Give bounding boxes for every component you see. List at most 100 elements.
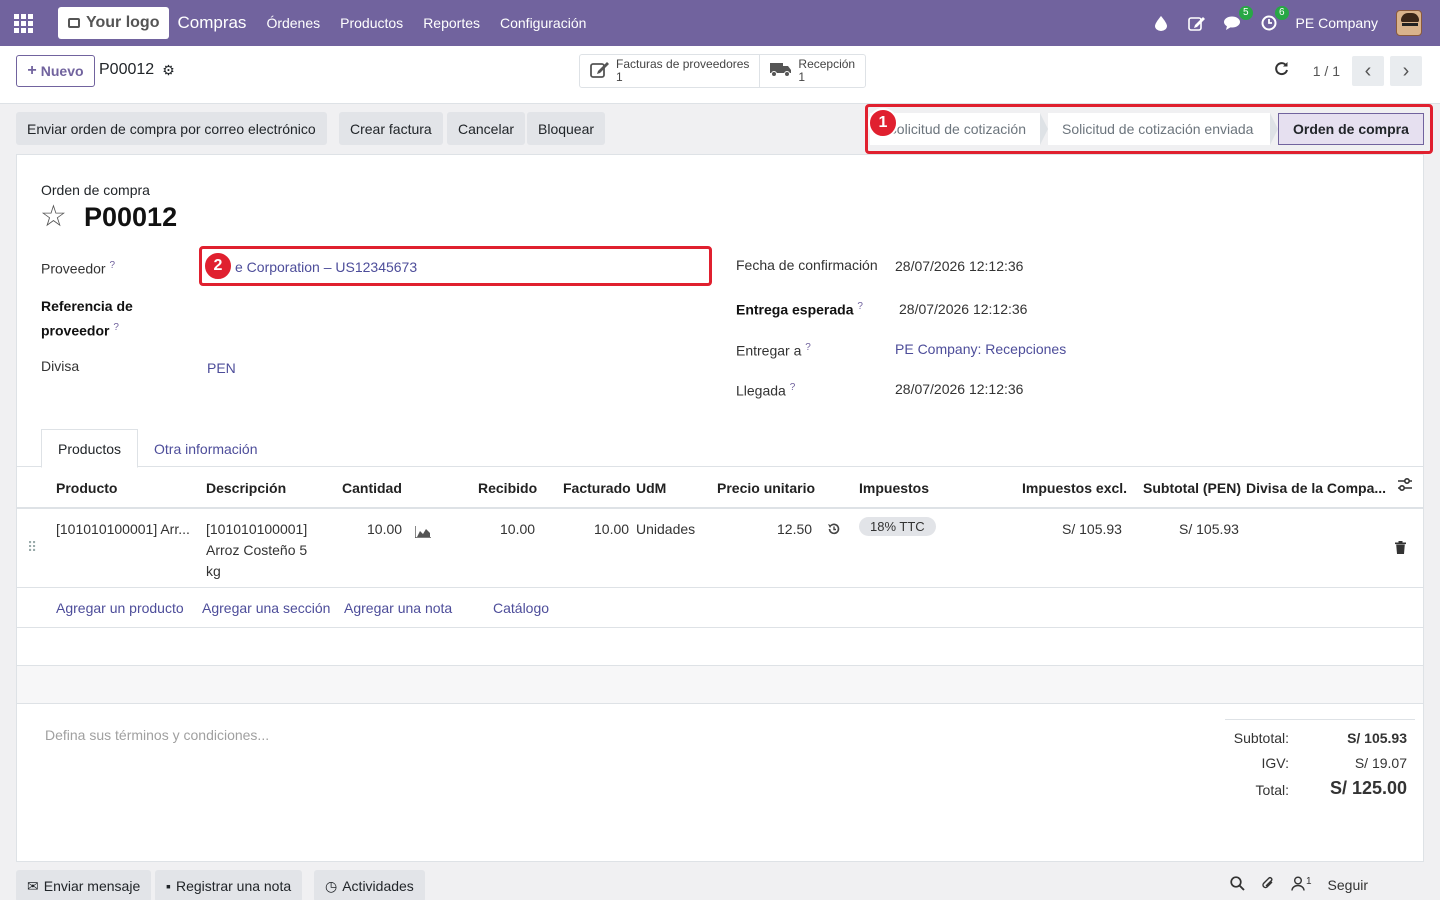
help-icon[interactable]: ? xyxy=(109,260,115,271)
tab-otra-informacion[interactable]: Otra información xyxy=(138,429,273,468)
app-name[interactable]: Compras xyxy=(177,13,246,33)
edit-icon[interactable] xyxy=(1187,14,1206,32)
llegada-label: Llegada ? xyxy=(736,377,795,402)
tax-badge[interactable]: 18% TTC xyxy=(859,517,936,536)
cell-descripcion[interactable]: [101010100001] Arroz Costeño 5 kg xyxy=(206,519,307,582)
help-icon[interactable]: ? xyxy=(113,322,119,333)
table-header: Producto Descripción Cantidad Recibido F… xyxy=(17,467,1423,509)
camera-icon xyxy=(68,18,80,28)
llegada-field[interactable]: 28/07/2026 12:12:36 xyxy=(895,381,1023,397)
trash-icon[interactable] xyxy=(1395,539,1406,560)
cell-udm[interactable]: Unidades xyxy=(636,519,695,540)
followers-button[interactable]: 1 xyxy=(1291,876,1312,894)
send-message-button[interactable]: ✉ Enviar mensaje xyxy=(16,870,152,900)
apps-menu-icon[interactable] xyxy=(0,0,46,46)
column-settings-icon[interactable] xyxy=(1397,477,1413,496)
vendor-bills-label: Facturas de proveedores xyxy=(616,57,750,71)
divisa-label: Divisa xyxy=(41,358,80,374)
create-bill-button[interactable]: Crear factura xyxy=(339,112,443,145)
col-impuestos-excl[interactable]: Impuestos excl. xyxy=(1022,480,1127,496)
receipt-count: 1 xyxy=(798,70,806,84)
subtotal-value: S/ 105.93 xyxy=(1347,730,1407,746)
col-subtotal[interactable]: Subtotal (PEN) xyxy=(1143,480,1241,496)
total-label: Total: xyxy=(1255,782,1289,798)
col-divisa-compania[interactable]: Divisa de la Compa... xyxy=(1246,480,1386,496)
chevron-right-icon[interactable]: › xyxy=(1390,56,1422,86)
col-producto[interactable]: Producto xyxy=(56,480,117,496)
menu-configuracion[interactable]: Configuración xyxy=(500,15,586,31)
gear-icon[interactable]: ⚙ xyxy=(162,62,175,79)
fecha-confirmacion-field[interactable]: 28/07/2026 12:12:36 xyxy=(895,258,1023,274)
drop-icon[interactable] xyxy=(1152,14,1170,32)
drag-handle-icon[interactable]: ⠿ xyxy=(27,537,37,558)
receipt-button[interactable]: Recepción 1 xyxy=(760,55,865,87)
forecast-chart-icon[interactable] xyxy=(414,523,431,544)
entrega-esperada-field[interactable]: 28/07/2026 12:12:36 xyxy=(899,301,1027,317)
history-icon[interactable] xyxy=(827,521,841,542)
menu-reportes[interactable]: Reportes xyxy=(423,15,480,31)
add-note-link[interactable]: Agregar una nota xyxy=(344,600,452,616)
igv-value: S/ 19.07 xyxy=(1354,755,1407,771)
igv-label: IGV: xyxy=(1261,755,1290,771)
top-navbar: Your logo Compras Órdenes Productos Repo… xyxy=(0,0,1440,46)
activity-clock-icon[interactable]: 6 xyxy=(1260,6,1289,32)
col-facturado[interactable]: Facturado xyxy=(563,480,631,496)
cell-recibido[interactable]: 10.00 xyxy=(500,519,535,540)
add-section-link[interactable]: Agregar una sección xyxy=(202,600,330,616)
descripcion-line: [101010100001] xyxy=(206,521,308,537)
subtotal-label: Subtotal: xyxy=(1233,730,1289,746)
search-icon[interactable] xyxy=(1230,876,1245,894)
help-icon[interactable]: ? xyxy=(857,301,863,312)
pager-value[interactable]: 1 / 1 xyxy=(1313,63,1340,79)
cell-cantidad[interactable]: 10.00 xyxy=(367,519,402,540)
col-udm[interactable]: UdM xyxy=(636,480,666,496)
col-cantidad[interactable]: Cantidad xyxy=(342,480,402,496)
follow-button[interactable]: Seguir xyxy=(1328,877,1368,893)
edit-document-icon xyxy=(590,60,610,83)
col-descripcion[interactable]: Descripción xyxy=(206,480,286,496)
proveedor-label: Proveedor ? xyxy=(41,255,115,280)
star-icon[interactable]: ☆ xyxy=(40,201,67,233)
tab-productos[interactable]: Productos xyxy=(41,429,139,468)
vendor-bills-count: 1 xyxy=(616,70,623,84)
help-icon[interactable]: ? xyxy=(805,342,811,353)
divisa-field[interactable]: PEN xyxy=(207,360,236,376)
catalog-link[interactable]: Catálogo xyxy=(493,600,549,616)
entrega-esperada-label-text: Entrega esperada xyxy=(736,301,854,318)
empty-row xyxy=(17,666,1423,704)
paperclip-icon[interactable] xyxy=(1261,876,1275,894)
vendor-bills-button[interactable]: Facturas de proveedores 1 xyxy=(580,55,761,87)
col-recibido[interactable]: Recibido xyxy=(478,480,537,496)
company-logo[interactable]: Your logo xyxy=(58,7,170,39)
entregar-a-field[interactable]: PE Company: Recepciones xyxy=(895,341,1066,357)
smart-buttons: Facturas de proveedores 1 Recepción 1 xyxy=(579,54,867,88)
menu-ordenes[interactable]: Órdenes xyxy=(266,15,320,31)
cancel-button[interactable]: Cancelar xyxy=(447,112,526,145)
help-icon[interactable]: ? xyxy=(790,382,796,393)
marker-2: 2 xyxy=(203,251,233,281)
user-icon xyxy=(1291,876,1305,894)
cell-facturado[interactable]: 10.00 xyxy=(594,519,629,540)
entrega-esperada-label: Entrega esperada ? xyxy=(736,296,863,321)
terms-field[interactable]: Defina sus términos y condiciones... xyxy=(45,727,269,743)
chat-icon[interactable]: 5 xyxy=(1223,6,1253,32)
col-precio-unitario[interactable]: Precio unitario xyxy=(717,480,815,496)
chevron-left-icon[interactable]: ‹ xyxy=(1352,56,1384,86)
log-note-button[interactable]: ▪ Registrar una nota xyxy=(155,870,303,900)
send-po-email-button[interactable]: Enviar orden de compra por correo electr… xyxy=(16,112,327,145)
cell-producto[interactable]: [101010100001] Arr... xyxy=(56,519,190,540)
plus-icon: + xyxy=(27,62,37,79)
lock-button[interactable]: Bloquear xyxy=(527,112,606,145)
activities-button[interactable]: ◷ Actividades xyxy=(314,870,425,900)
company-switcher[interactable]: PE Company xyxy=(1296,15,1378,31)
add-product-link[interactable]: Agregar un producto xyxy=(56,600,184,616)
navbar-systray: 5 6 PE Company xyxy=(1152,6,1440,36)
user-avatar[interactable] xyxy=(1396,10,1422,36)
cell-impuestos-excl: S/ 105.93 xyxy=(1062,521,1122,537)
refresh-icon[interactable] xyxy=(1274,61,1289,81)
table-row[interactable]: ⠿ [101010100001] Arr... [101010100001] A… xyxy=(17,509,1423,588)
new-button[interactable]: + Nuevo xyxy=(16,55,95,87)
col-impuestos[interactable]: Impuestos xyxy=(859,480,929,496)
cell-precio-unitario[interactable]: 12.50 xyxy=(777,519,812,540)
menu-productos[interactable]: Productos xyxy=(340,15,403,31)
